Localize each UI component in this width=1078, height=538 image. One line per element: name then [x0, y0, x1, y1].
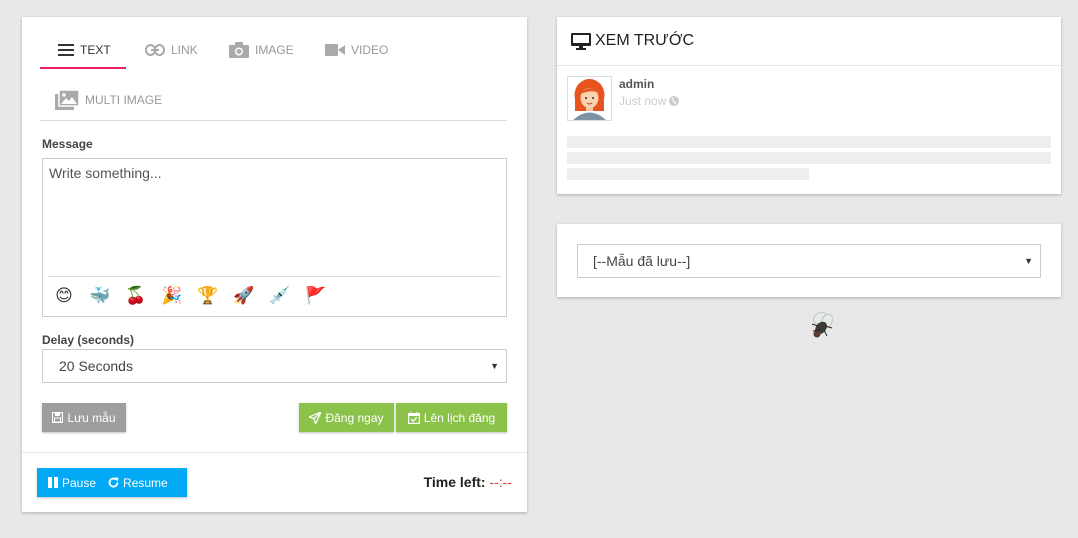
tab-multi-image-label: MULTI IMAGE — [85, 93, 163, 107]
time-left: Time left: --:-- — [424, 474, 512, 490]
pause-label: Pause — [62, 475, 97, 490]
tab-image-label: IMAGE — [255, 43, 294, 57]
smile-emoji-icon[interactable]: 😊 — [53, 288, 75, 305]
pause-resume-group: Pause Resume — [37, 468, 187, 497]
message-input[interactable] — [43, 159, 506, 275]
schedule-post-button[interactable]: Lên lịch đăng — [396, 403, 507, 432]
pause-icon — [48, 477, 58, 488]
saved-template-select[interactable]: [--Mẫu đã lưu--] ▼ — [577, 244, 1041, 278]
syringe-emoji-icon[interactable]: 💉 — [269, 288, 291, 305]
chevron-down-icon: ▼ — [1024, 256, 1033, 266]
fly-icon — [806, 308, 838, 345]
whale-emoji-icon[interactable]: 🐳 — [89, 288, 111, 305]
rocket-emoji-icon[interactable]: 🚀 — [233, 288, 255, 305]
save-template-button[interactable]: Lưu mẫu — [42, 403, 126, 432]
saved-templates-panel: [--Mẫu đã lưu--] ▼ — [557, 224, 1061, 297]
content-placeholder-line — [567, 168, 809, 180]
tab-text-label: TEXT — [80, 43, 111, 57]
time-left-value: --:-- — [489, 474, 512, 490]
tab-image[interactable]: IMAGE — [229, 40, 294, 60]
cherries-emoji-icon[interactable]: 🍒 — [125, 288, 147, 305]
tab-link[interactable]: LINK — [145, 40, 198, 60]
party-popper-emoji-icon[interactable]: 🎉 — [161, 288, 183, 305]
preview-title: XEM TRƯỚC — [595, 32, 695, 49]
divider — [22, 452, 527, 453]
post-now-button[interactable]: Đăng ngay — [299, 403, 394, 432]
author-name: admin — [619, 77, 655, 91]
avatar — [567, 76, 612, 121]
preview-header: XEM TRƯỚC — [557, 17, 1061, 66]
images-icon — [55, 90, 79, 110]
tab-multi-image[interactable]: MULTI IMAGE — [55, 90, 162, 110]
post-composer: TEXT LINK IMAGE VIDEO MULTI IMAGE Messag… — [22, 17, 527, 512]
post-type-tabs: TEXT LINK IMAGE VIDEO MULTI IMAGE — [40, 17, 507, 121]
resume-button[interactable]: Resume — [108, 476, 168, 490]
active-tab-indicator — [40, 67, 126, 69]
refresh-icon — [108, 477, 119, 488]
delay-select-value: 20 Seconds — [59, 358, 133, 374]
schedule-post-label: Lên lịch đăng — [423, 410, 496, 425]
post-time-label: Just now — [619, 94, 667, 108]
link-icon — [145, 44, 165, 56]
saved-template-value: [--Mẫu đã lưu--] — [593, 253, 691, 269]
preview-panel: XEM TRƯỚC admin Just now — [557, 17, 1061, 194]
tab-video[interactable]: VIDEO — [325, 40, 388, 60]
trophy-emoji-icon[interactable]: 🏆 — [197, 288, 219, 305]
message-label: Message — [42, 137, 93, 151]
pause-button[interactable]: Pause — [48, 476, 96, 490]
globe-icon — [669, 96, 680, 106]
emoji-bar: 😊 🐳 🍒 🎉 🏆 🚀 💉 🚩 — [48, 276, 501, 316]
resume-label: Resume — [123, 475, 168, 490]
flag-emoji-icon[interactable]: 🚩 — [305, 288, 327, 305]
video-icon — [325, 44, 345, 56]
post-now-label: Đăng ngay — [325, 410, 384, 425]
time-left-label: Time left: — [423, 474, 486, 490]
content-placeholder-line — [567, 152, 1051, 164]
floppy-disk-icon — [52, 412, 64, 423]
tab-video-label: VIDEO — [351, 43, 389, 57]
camera-icon — [229, 42, 249, 58]
tab-text[interactable]: TEXT — [58, 40, 111, 60]
save-template-label: Lưu mẫu — [67, 410, 116, 425]
lines-icon — [58, 44, 74, 56]
post-time: Just now — [619, 94, 680, 108]
calendar-check-icon — [407, 411, 420, 424]
paper-plane-icon — [309, 411, 322, 424]
delay-select[interactable]: 20 Seconds ▼ — [42, 349, 507, 383]
tab-link-label: LINK — [171, 43, 198, 57]
content-placeholder-line — [567, 136, 1051, 148]
message-box: 😊 🐳 🍒 🎉 🏆 🚀 💉 🚩 — [42, 158, 507, 317]
delay-label: Delay (seconds) — [42, 333, 135, 347]
chevron-down-icon: ▼ — [490, 361, 499, 371]
monitor-icon — [571, 32, 591, 50]
